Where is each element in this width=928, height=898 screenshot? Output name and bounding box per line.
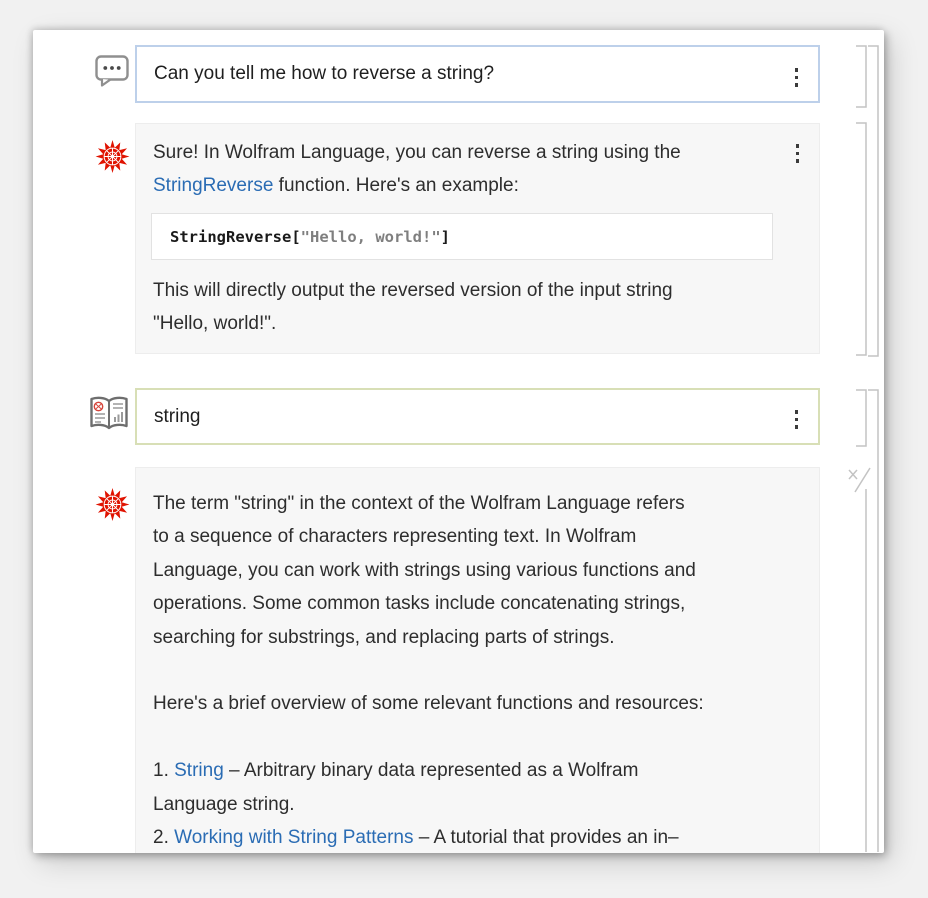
- notebook-window: Can you tell me how to reverse a string?…: [33, 30, 884, 853]
- chat-bubble-icon[interactable]: [95, 55, 129, 87]
- cell-menu-button[interactable]: [793, 141, 803, 166]
- list-item: 2. Working with String Patterns – A tuto…: [153, 821, 704, 853]
- stringreverse-link[interactable]: StringReverse: [153, 175, 273, 196]
- text-segment: – A tutorial that provides an in–: [413, 827, 678, 848]
- text-line: Here's a brief overview of some relevant…: [153, 687, 704, 720]
- chat-input-text: Can you tell me how to reverse a string?: [154, 63, 494, 85]
- text-line: "Hello, world!".: [153, 307, 673, 340]
- wolfram-rosette-icon: [95, 487, 130, 522]
- assistant-cell-1: Sure! In Wolfram Language, you can rever…: [135, 123, 820, 354]
- code-block: StringReverse["Hello, world!"]: [151, 213, 773, 260]
- string-doc-link[interactable]: String: [174, 760, 224, 781]
- assistant-2-body: The term "string" in the context of the …: [153, 487, 704, 853]
- item-number: 2.: [153, 827, 174, 848]
- doc-input-text: string: [154, 406, 200, 428]
- desktop: { "app": "Wolfram Chat Notebook", "color…: [0, 0, 928, 898]
- doc-lookup-input-cell[interactable]: string: [135, 388, 820, 445]
- blank-line: [153, 721, 704, 754]
- text-line: StringReverse function. Here's an exampl…: [153, 169, 681, 202]
- code-open-bracket: [: [291, 228, 300, 246]
- open-book-icon[interactable]: [89, 395, 129, 433]
- wolfram-rosette-icon: [95, 139, 130, 174]
- text-line: Sure! In Wolfram Language, you can rever…: [153, 136, 681, 169]
- code-function: StringReverse: [170, 228, 291, 246]
- text-line: operations. Some common tasks include co…: [153, 587, 704, 620]
- chat-input-cell[interactable]: Can you tell me how to reverse a string?: [135, 45, 820, 103]
- code-close-bracket: ]: [441, 228, 450, 246]
- blank-line: [153, 654, 704, 687]
- string-patterns-tutorial-link[interactable]: Working with String Patterns: [174, 827, 413, 848]
- text-line: Language, you can work with strings usin…: [153, 554, 704, 587]
- text-line: The term "string" in the context of the …: [153, 487, 704, 520]
- assistant-cell-2: The term "string" in the context of the …: [135, 467, 820, 853]
- text-line: Language string.: [153, 788, 704, 821]
- text-segment: function. Here's an example:: [273, 175, 518, 196]
- text-line: to a sequence of characters representing…: [153, 520, 704, 553]
- list-item: 1. String – Arbitrary binary data repres…: [153, 754, 704, 787]
- assistant-1-paragraph-2: This will directly output the reversed v…: [153, 274, 673, 340]
- assistant-1-paragraph-1: Sure! In Wolfram Language, you can rever…: [153, 136, 681, 202]
- code-string-arg: "Hello, world!": [301, 228, 441, 246]
- text-line: searching for substrings, and replacing …: [153, 621, 704, 654]
- text-segment: – Arbitrary binary data represented as a…: [224, 760, 639, 781]
- cell-menu-button[interactable]: [792, 65, 802, 90]
- text-line: This will directly output the reversed v…: [153, 274, 673, 307]
- item-number: 1.: [153, 760, 174, 781]
- cell-menu-button[interactable]: [792, 407, 802, 432]
